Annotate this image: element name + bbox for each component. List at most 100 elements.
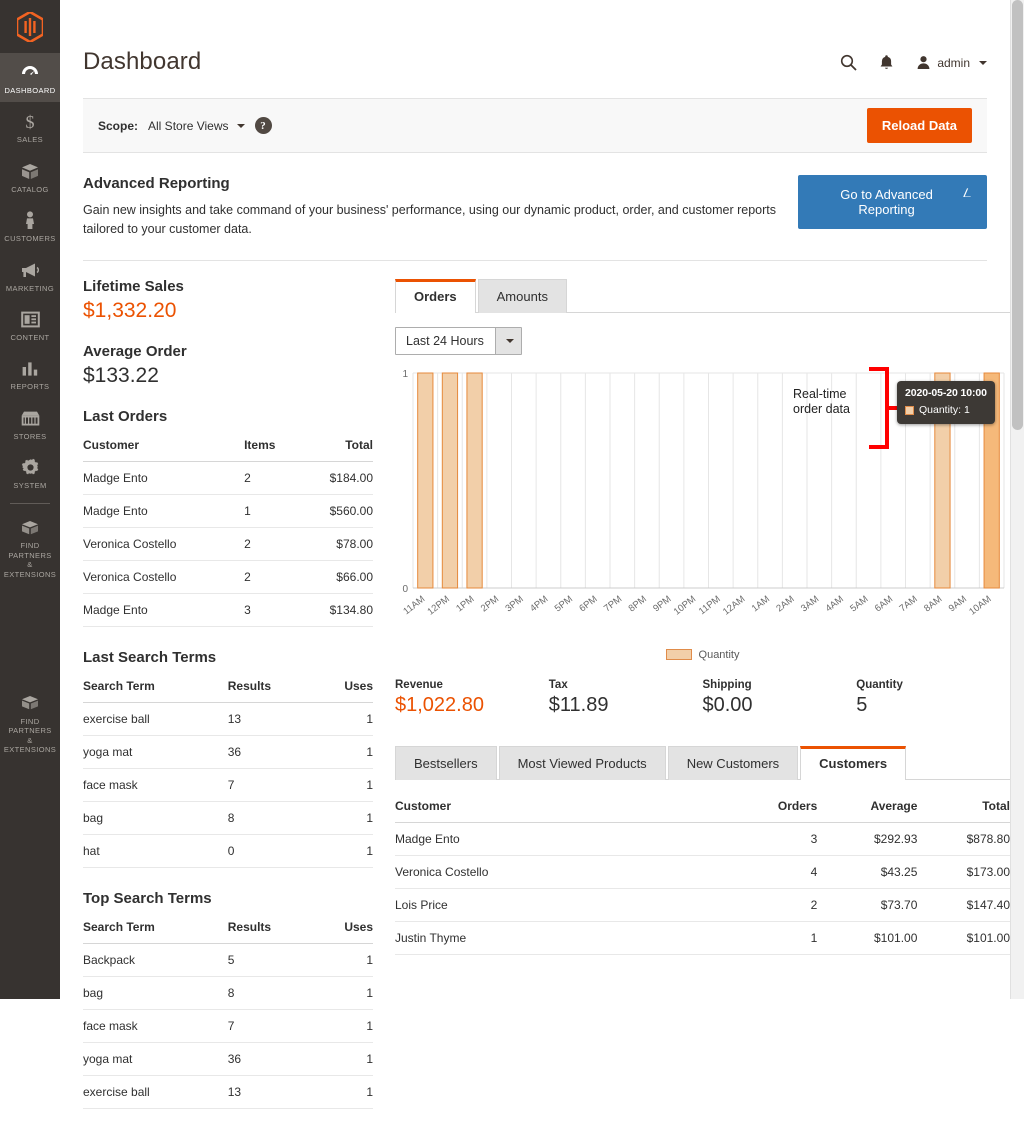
tab-new-customers[interactable]: New Customers [668,746,798,780]
sidebar-item-content[interactable]: CONTENT [0,300,60,349]
lifetime-sales-title: Lifetime Sales [83,278,373,295]
svg-text:7PM: 7PM [602,593,624,614]
sidebar-item-customers[interactable]: CUSTOMERS [0,201,60,250]
sidebar-item-stores[interactable]: STORES [0,399,60,448]
reload-data-button[interactable]: Reload Data [867,108,972,143]
sidebar-item-catalog[interactable]: CATALOG [0,152,60,201]
table-cell: $101.00 [817,921,917,954]
table-row[interactable]: bag81 [83,801,373,834]
box-icon [2,160,58,182]
table-row[interactable]: Backpack51 [83,943,373,976]
sidebar-item-marketing[interactable]: MARKETING [0,251,60,300]
table-cell: bag [83,976,228,1009]
kpi-revenue: Revenue$1,022.80 [395,679,549,717]
tab-most-viewed-products[interactable]: Most Viewed Products [499,746,666,780]
kpi-tax: Tax$11.89 [549,679,703,717]
tooltip-series-label: Quantity: 1 [919,403,970,418]
table-row[interactable]: Veronica Costello4$43.25$173.00 [395,855,1010,888]
svg-text:9PM: 9PM [651,593,673,614]
last-orders-title: Last Orders [83,408,373,425]
table-row[interactable]: face mask71 [83,768,373,801]
svg-text:5AM: 5AM [848,593,870,614]
bar-chart-icon [2,357,58,379]
kpi-value: $11.89 [549,694,703,717]
table-row[interactable]: yoga mat361 [83,1042,373,1075]
search-icon[interactable] [840,54,857,71]
table-cell: $101.00 [917,921,1010,954]
scrollbar-thumb[interactable] [1012,0,1023,430]
chart-bar[interactable] [418,373,433,588]
sidebar-item-sales[interactable]: $SALES [0,102,60,151]
table-row[interactable]: exercise ball131 [83,702,373,735]
store-view-value: All Store Views [148,119,228,133]
kpi-label: Quantity [856,679,1010,691]
sidebar-item-label: FIND PARTNERS& EXTENSIONS [2,717,58,755]
table-cell: Madge Ento [83,461,244,494]
user-icon [916,55,931,70]
svg-text:3AM: 3AM [799,593,821,614]
table-row[interactable]: Veronica Costello2$66.00 [83,560,373,593]
go-to-advanced-reporting-button[interactable]: Go to Advanced Reporting ⎳ [798,175,987,229]
magento-logo-icon[interactable] [0,0,60,53]
table-cell: $73.70 [817,888,917,921]
bell-icon[interactable] [879,54,894,71]
sidebar-item-dashboard[interactable]: DASHBOARD [0,53,60,102]
table-cell: Madge Ento [83,593,244,626]
table-row[interactable]: exercise ball131 [83,1075,373,1108]
table-row[interactable]: yoga mat361 [83,735,373,768]
sidebar-item-system[interactable]: SYSTEM [0,448,60,497]
table-row[interactable]: bag81 [83,976,373,1009]
table-row[interactable]: face mask71 [83,1009,373,1042]
sidebar-item-find-partners-extensions[interactable]: FIND PARTNERS& EXTENSIONS [0,508,60,586]
page-scrollbar[interactable] [1010,0,1024,999]
tab-customers[interactable]: Customers [800,746,906,780]
external-link-icon: ⎳ [963,188,971,197]
table-cell: 1 [315,768,373,801]
tab-amounts[interactable]: Amounts [478,279,567,313]
person-icon [2,209,58,231]
puzzle-icon [2,516,58,538]
table-cell: 7 [228,768,315,801]
table-row[interactable]: Lois Price2$73.70$147.40 [395,888,1010,921]
column-header: Results [228,915,315,944]
chart-bar[interactable] [442,373,457,588]
advanced-reporting-title: Advanced Reporting [83,175,798,192]
store-view-select[interactable]: All Store Views [148,119,244,133]
table-row[interactable]: Madge Ento3$292.93$878.80 [395,822,1010,855]
table-cell: $292.93 [817,822,917,855]
lifetime-sales-value: $1,332.20 [83,299,373,323]
table-cell: 1 [315,1075,373,1108]
table-row[interactable]: Madge Ento3$134.80 [83,593,373,626]
period-select[interactable]: Last 24 Hours [395,327,522,355]
table-cell: 2 [244,461,298,494]
table-row[interactable]: hat01 [83,834,373,867]
tab-orders[interactable]: Orders [395,279,476,313]
advanced-reporting-description: Gain new insights and take command of yo… [83,201,798,240]
tooltip-swatch-icon [905,406,914,415]
top-search-terms-section: Top Search Terms Search TermResultsUses … [83,890,373,1109]
table-row[interactable]: Madge Ento1$560.00 [83,494,373,527]
table-cell: 4 [733,855,817,888]
puzzle-icon [2,692,58,714]
column-header: Total [298,433,373,462]
table-row[interactable]: Veronica Costello2$78.00 [83,527,373,560]
sidebar-item-label: CATALOG [2,185,58,194]
nav-divider [10,503,50,504]
table-row[interactable]: Madge Ento2$184.00 [83,461,373,494]
column-header: Orders [733,794,817,823]
table-row[interactable]: Justin Thyme1$101.00$101.00 [395,921,1010,954]
admin-menu[interactable]: admin [916,55,987,70]
period-row: Last 24 Hours [395,313,1010,365]
annotation-text: Real-timeorder data [793,387,863,418]
column-header: Customer [395,794,733,823]
help-icon[interactable]: ? [255,117,272,134]
last-search-terms-title: Last Search Terms [83,649,373,666]
chart-bar[interactable] [467,373,482,588]
chart-tabs: OrdersAmounts [395,278,1010,313]
sidebar-item-reports[interactable]: REPORTS [0,349,60,398]
svg-text:12AM: 12AM [721,593,747,617]
table-cell: bag [83,801,228,834]
sidebar-item-find-partners-extensions[interactable]: FIND PARTNERS& EXTENSIONS [0,684,60,762]
tab-bestsellers[interactable]: Bestsellers [395,746,497,780]
last-orders-section: Last Orders CustomerItemsTotal Madge Ent… [83,408,373,627]
